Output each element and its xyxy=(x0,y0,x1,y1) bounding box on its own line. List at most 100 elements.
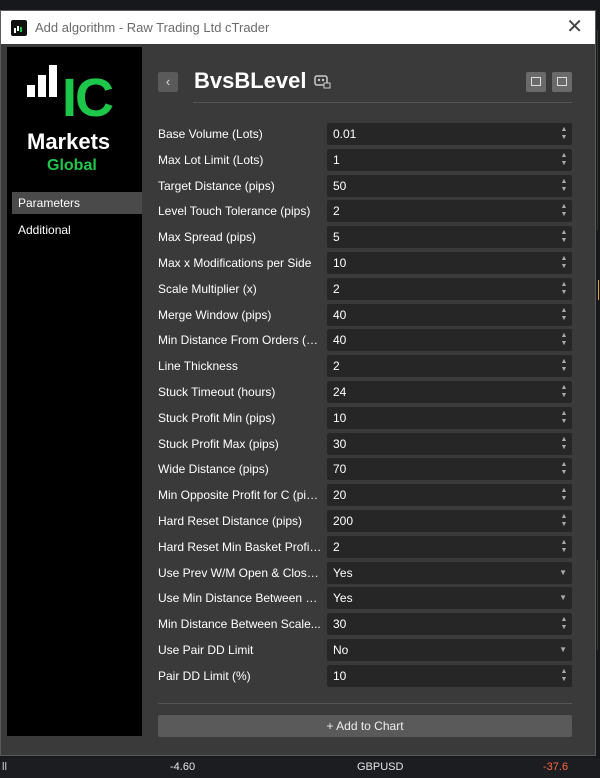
param-input[interactable]: 2 ▲ ▼ xyxy=(327,200,572,223)
param-label: Wide Distance (pips) xyxy=(158,462,269,477)
param-input[interactable]: 40 ▲ ▼ xyxy=(327,329,572,352)
param-label: Use Pair DD Limit xyxy=(158,643,254,657)
stepper-arrows-icon[interactable]: ▲ ▼ xyxy=(560,410,568,426)
param-value: 2 xyxy=(333,281,340,296)
chevron-down-icon[interactable]: ▼ xyxy=(559,562,567,584)
algorithm-name: BvsBLevel xyxy=(194,68,307,93)
sidebar-item-additional[interactable]: Additional xyxy=(12,219,142,241)
param-row: Line Thickness 2 ▲ ▼ xyxy=(158,355,572,378)
sidebar-item-parameters[interactable]: Parameters xyxy=(12,192,142,214)
add-to-chart-button[interactable]: + Add to Chart xyxy=(158,715,572,737)
param-input[interactable]: 20 ▲ ▼ xyxy=(327,484,572,507)
param-label: Line Thickness xyxy=(158,359,238,374)
param-label: Min Distance Between Scale... xyxy=(158,617,321,632)
param-input[interactable]: 10 ▲ ▼ xyxy=(327,406,572,429)
logo-ic: IC xyxy=(62,68,114,128)
param-input[interactable]: 40 ▲ ▼ xyxy=(327,303,572,326)
chevron-down-icon[interactable]: ▼ xyxy=(559,639,567,661)
logo-global: Global xyxy=(47,157,97,174)
stepper-arrows-icon[interactable]: ▲ ▼ xyxy=(560,539,568,555)
stepper-arrows-icon[interactable]: ▲ ▼ xyxy=(560,461,568,477)
param-label: Max x Modifications per Side xyxy=(158,256,312,270)
param-label: Scale Multiplier (x) xyxy=(158,281,257,296)
param-label: Stuck Timeout (hours) xyxy=(158,385,276,399)
param-label: Hard Reset Min Basket Profit... xyxy=(158,539,322,554)
param-input[interactable]: 10 ▲ ▼ xyxy=(327,252,572,274)
stepper-arrows-icon[interactable]: ▲ ▼ xyxy=(560,436,568,452)
stepper-arrows-icon[interactable]: ▲ ▼ xyxy=(560,307,568,323)
title-bar: Add algorithm - Raw Trading Ltd cTrader … xyxy=(1,11,595,44)
save-preset-button[interactable] xyxy=(552,72,572,92)
param-input[interactable]: 10 ▲ ▼ xyxy=(327,664,572,687)
param-input[interactable]: 70 ▲ ▼ xyxy=(327,458,572,481)
param-value: 1 xyxy=(333,152,340,167)
param-label: Base Volume (Lots) xyxy=(158,127,263,141)
param-label: Stuck Profit Max (pips) xyxy=(158,436,279,451)
status-bar: ll -4.60 GBPUSD -37.6 xyxy=(0,758,600,778)
param-value: 30 xyxy=(333,617,347,632)
back-button[interactable]: ‹ xyxy=(158,72,178,92)
footer-divider xyxy=(158,703,572,704)
chevron-down-icon[interactable]: ▼ xyxy=(559,587,567,609)
param-input[interactable]: 30 ▲ ▼ xyxy=(327,432,572,455)
stepper-arrows-icon[interactable]: ▲ ▼ xyxy=(560,178,568,194)
param-row: Min Opposite Profit for C (pips) 20 ▲ ▼ xyxy=(158,484,572,507)
param-input[interactable]: 1 ▲ ▼ xyxy=(327,148,572,171)
param-input[interactable]: 30 ▲ ▼ xyxy=(327,613,572,636)
param-label: Level Touch Tolerance (pips) xyxy=(158,204,311,219)
stepper-arrows-icon[interactable]: ▲ ▼ xyxy=(560,152,568,168)
stepper-arrows-icon[interactable]: ▲ ▼ xyxy=(560,668,568,684)
stepper-arrows-icon[interactable]: ▲ ▼ xyxy=(560,616,568,632)
stepper-arrows-icon[interactable]: ▲ ▼ xyxy=(560,126,568,142)
stepper-arrows-icon[interactable]: ▲ ▼ xyxy=(560,255,568,271)
stepper-arrows-icon[interactable]: ▲ ▼ xyxy=(560,513,568,529)
param-input[interactable]: 0.01 ▲ ▼ xyxy=(327,123,572,145)
param-row: Use Prev W/M Open & Close... Yes ▼ xyxy=(158,561,572,584)
window-title: Add algorithm - Raw Trading Ltd cTrader xyxy=(35,20,270,35)
load-preset-button[interactable] xyxy=(526,72,546,92)
plus-icon: + xyxy=(326,719,334,733)
param-value: 40 xyxy=(333,333,347,348)
param-label: Min Opposite Profit for C (pips) xyxy=(158,488,322,503)
param-row: Use Min Distance Between S... Yes ▼ xyxy=(158,587,572,610)
param-value: 0.01 xyxy=(333,127,357,141)
param-value: No xyxy=(333,643,349,657)
param-value: 40 xyxy=(333,307,347,322)
param-value: 2 xyxy=(333,359,340,374)
header-divider xyxy=(193,102,572,103)
stepper-arrows-icon[interactable]: ▲ ▼ xyxy=(560,384,568,400)
param-input[interactable]: 2 ▲ ▼ xyxy=(327,355,572,378)
param-row: Merge Window (pips) 40 ▲ ▼ xyxy=(158,303,572,326)
param-input[interactable]: 200 ▲ ▼ xyxy=(327,510,572,532)
stepper-arrows-icon[interactable]: ▲ ▼ xyxy=(560,203,568,219)
param-row: Wide Distance (pips) 70 ▲ ▼ xyxy=(158,458,572,481)
param-row: Min Distance Between Scale... 30 ▲ ▼ xyxy=(158,613,572,636)
param-select[interactable]: Yes ▼ xyxy=(327,561,572,584)
param-row: Target Distance (pips) 50 ▲ ▼ xyxy=(158,174,572,197)
param-value: 200 xyxy=(333,514,354,528)
close-icon[interactable]: ✕ xyxy=(566,16,583,38)
stepper-arrows-icon[interactable]: ▲ ▼ xyxy=(560,332,568,348)
sidebar: IC Markets Global Parameters Additional xyxy=(7,47,142,736)
param-input[interactable]: 5 ▲ ▼ xyxy=(327,226,572,249)
param-value: 10 xyxy=(333,668,347,683)
param-row: Max x Modifications per Side 10 ▲ ▼ xyxy=(158,252,572,274)
param-label: Max Lot Limit (Lots) xyxy=(158,152,264,167)
param-value: 5 xyxy=(333,230,340,245)
status-value: -4.60 xyxy=(170,761,196,773)
param-input[interactable]: 2 ▲ ▼ xyxy=(327,535,572,558)
stepper-arrows-icon[interactable]: ▲ ▼ xyxy=(560,229,568,245)
param-select[interactable]: Yes ▼ xyxy=(327,587,572,610)
param-row: Stuck Timeout (hours) 24 ▲ ▼ xyxy=(158,381,572,403)
param-input[interactable]: 2 ▲ ▼ xyxy=(327,277,572,300)
stepper-arrows-icon[interactable]: ▲ ▼ xyxy=(560,358,568,374)
stepper-arrows-icon[interactable]: ▲ ▼ xyxy=(560,487,568,503)
param-input[interactable]: 50 ▲ ▼ xyxy=(327,174,572,197)
cbot-icon xyxy=(314,75,331,89)
ic-markets-logo: IC Markets Global xyxy=(7,59,142,179)
stepper-arrows-icon[interactable]: ▲ ▼ xyxy=(560,281,568,297)
param-select[interactable]: No ▼ xyxy=(327,639,572,661)
param-value: 2 xyxy=(333,539,340,554)
param-input[interactable]: 24 ▲ ▼ xyxy=(327,381,572,403)
status-left: ll xyxy=(2,761,7,773)
